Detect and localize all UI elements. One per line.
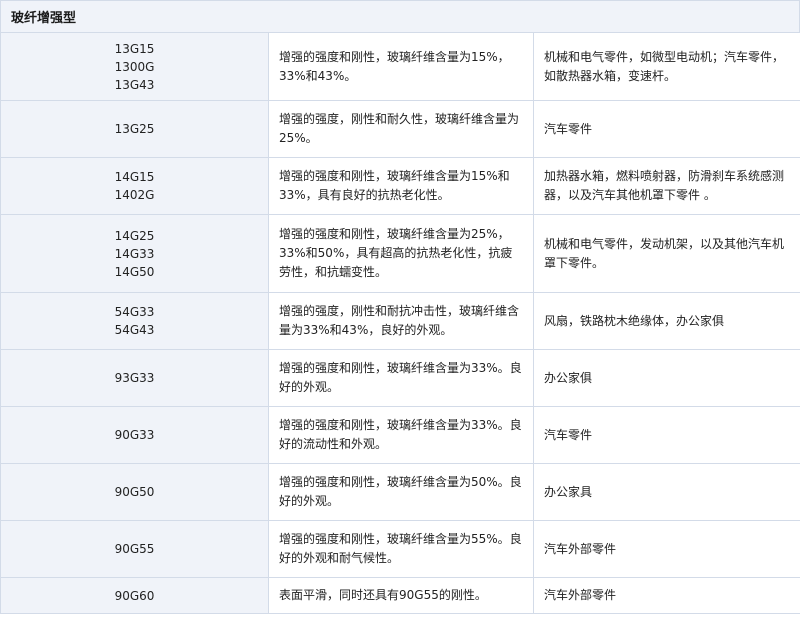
grade-code: 1300G <box>114 59 155 74</box>
table-row: 13G15 1300G 13G43 增强的强度和刚性，玻璃纤维含量为15%，33%和4… <box>0 32 800 101</box>
grade-cell: 90G50 <box>0 463 269 521</box>
grade-cell: 93G33 <box>0 349 269 407</box>
grade-code: 90G33 <box>114 428 155 442</box>
grade-table: 13G15 1300G 13G43 增强的强度和刚性，玻璃纤维含量为15%，33%和4… <box>0 32 800 614</box>
grade-cell: 14G15 1402G <box>0 157 269 215</box>
grade-cell: 54G33 54G43 <box>0 292 269 350</box>
product-table-container: 玻纤增强型 13G15 1300G 13G43 增强的强度和刚性，玻璃纤维含量为15%… <box>0 0 800 618</box>
application-cell: 风扇，铁路枕木绝缘体，办公家俱 <box>533 292 800 350</box>
application-cell: 汽车外部零件 <box>533 577 800 614</box>
grade-cell: 14G25 14G33 14G50 <box>0 214 269 293</box>
grade-cell: 13G15 1300G 13G43 <box>0 32 269 101</box>
table-title: 玻纤增强型 <box>0 0 800 32</box>
description-cell: 增强的强度和刚性，玻璃纤维含量为33%。良好的流动性和外观。 <box>268 406 534 464</box>
application-cell: 机械和电气零件，如微型电动机；汽车零件，如散热器水箱，变速杆。 <box>533 32 800 101</box>
table-row: 90G60 表面平滑，同时还具有90G55的刚性。 汽车外部零件 <box>0 577 800 614</box>
table-row: 90G55 增强的强度和刚性，玻璃纤维含量为55%。良好的外观和耐气候性。 汽车外部… <box>0 520 800 578</box>
grade-code: 54G43 <box>114 323 155 337</box>
grade-code: 93G33 <box>114 371 155 385</box>
application-cell: 办公家俱 <box>533 349 800 407</box>
table-row: 54G33 54G43 增强的强度，刚性和耐抗冲击性，玻璃纤维含量为33%和43%，… <box>0 292 800 350</box>
grade-code: 13G15 <box>114 41 155 56</box>
application-cell: 汽车零件 <box>533 406 800 464</box>
grade-code: 14G33 <box>114 246 155 261</box>
application-cell: 汽车外部零件 <box>533 520 800 578</box>
grade-cell: 90G55 <box>0 520 269 578</box>
grade-cell: 13G25 <box>0 100 269 158</box>
application-cell: 办公家具 <box>533 463 800 521</box>
description-cell: 增强的强度，刚性和耐久性，玻璃纤维含量为25%。 <box>268 100 534 158</box>
table-row: 14G25 14G33 14G50 增强的强度和刚性，玻璃纤维含量为25%，33%和5… <box>0 214 800 293</box>
grade-cell: 90G33 <box>0 406 269 464</box>
description-cell: 增强的强度和刚性，玻璃纤维含量为15%和33%，具有良好的抗热老化性。 <box>268 157 534 215</box>
grade-code: 14G50 <box>114 264 155 279</box>
application-cell: 加热器水箱，燃料喷射器，防滑刹车系统感测器，以及汽车其他机罩下零件 。 <box>533 157 800 215</box>
application-cell: 机械和电气零件，发动机架，以及其他汽车机罩下零件。 <box>533 214 800 293</box>
description-cell: 增强的强度和刚性，玻璃纤维含量为25%，33%和50%，具有超高的抗热老化性，抗… <box>268 214 534 293</box>
description-cell: 表面平滑，同时还具有90G55的刚性。 <box>268 577 534 614</box>
application-cell: 汽车零件 <box>533 100 800 158</box>
description-cell: 增强的强度和刚性，玻璃纤维含量为33%。良好的外观。 <box>268 349 534 407</box>
grade-code: 90G55 <box>114 542 155 556</box>
description-cell: 增强的强度和刚性，玻璃纤维含量为50%。良好的外观。 <box>268 463 534 521</box>
table-row: 13G25 增强的强度，刚性和耐久性，玻璃纤维含量为25%。 汽车零件 <box>0 100 800 158</box>
grade-code: 90G50 <box>114 485 155 499</box>
table-row: 90G50 增强的强度和刚性，玻璃纤维含量为50%。良好的外观。 办公家具 <box>0 463 800 521</box>
grade-cell: 90G60 <box>0 577 269 614</box>
grade-code: 54G33 <box>114 305 155 319</box>
table-row: 90G33 增强的强度和刚性，玻璃纤维含量为33%。良好的流动性和外观。 汽车零件 <box>0 406 800 464</box>
grade-code: 14G25 <box>114 228 155 243</box>
description-cell: 增强的强度和刚性，玻璃纤维含量为55%。良好的外观和耐气候性。 <box>268 520 534 578</box>
description-cell: 增强的强度和刚性，玻璃纤维含量为15%，33%和43%。 <box>268 32 534 101</box>
description-cell: 增强的强度，刚性和耐抗冲击性，玻璃纤维含量为33%和43%，良好的外观。 <box>268 292 534 350</box>
grade-code: 13G43 <box>114 77 155 92</box>
table-row: 93G33 增强的强度和刚性，玻璃纤维含量为33%。良好的外观。 办公家俱 <box>0 349 800 407</box>
table-row: 14G15 1402G 增强的强度和刚性，玻璃纤维含量为15%和33%，具有良好的抗… <box>0 157 800 215</box>
grade-code: 14G15 <box>114 170 155 184</box>
table-body: 13G15 1300G 13G43 增强的强度和刚性，玻璃纤维含量为15%，33%和4… <box>0 32 800 614</box>
grade-code: 1402G <box>114 188 155 202</box>
grade-code: 90G60 <box>114 588 155 603</box>
grade-code: 13G25 <box>114 122 155 136</box>
